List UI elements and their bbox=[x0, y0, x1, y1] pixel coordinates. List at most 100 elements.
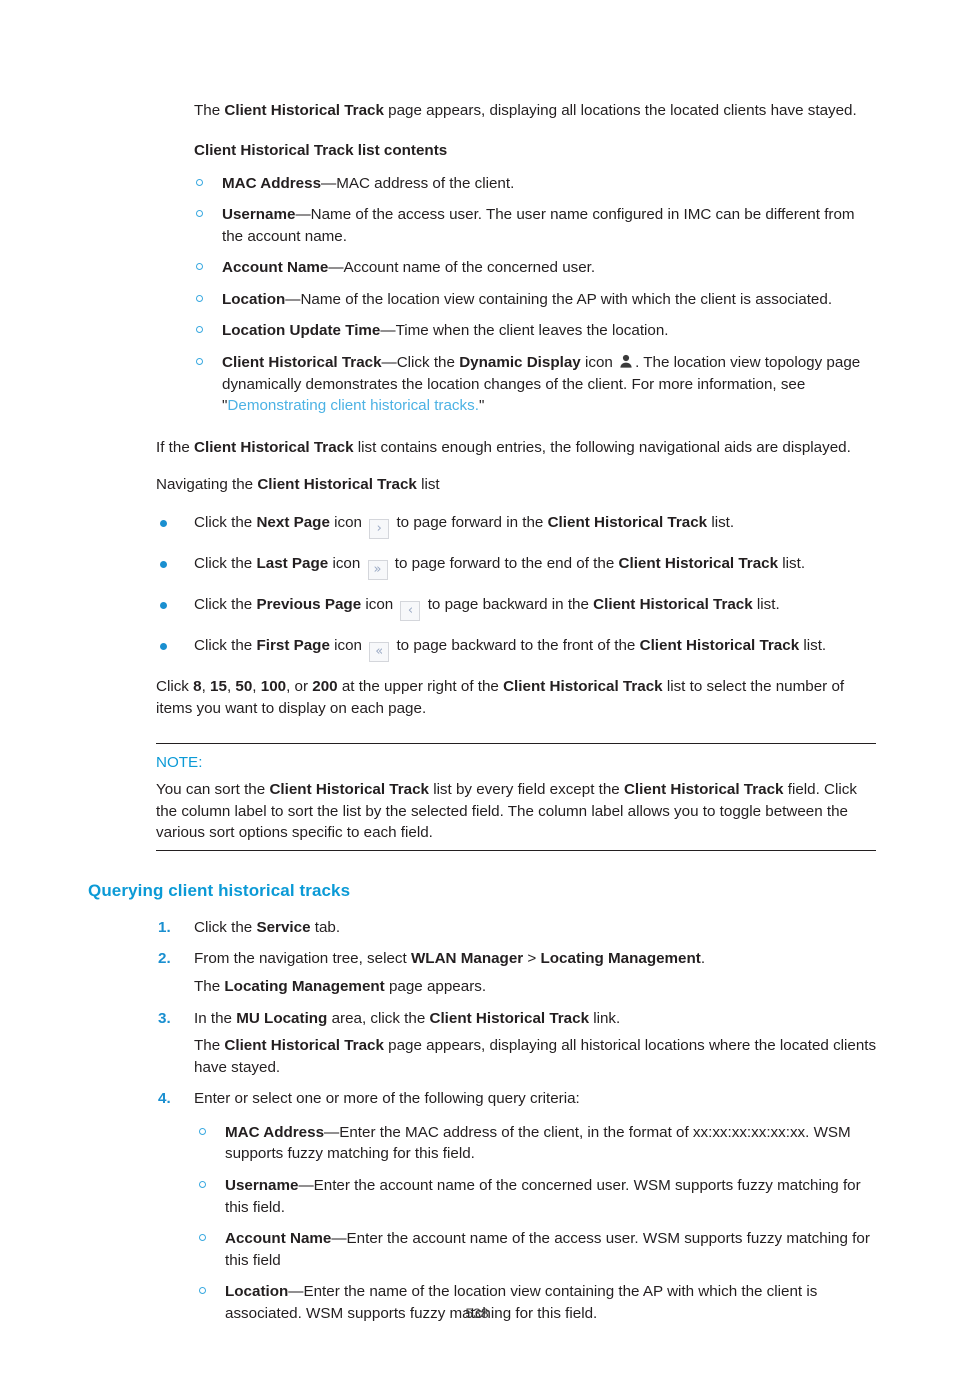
nav-lead-bold: Client Historical Track bbox=[194, 438, 354, 456]
bullet-bold-track: Client Historical Track bbox=[639, 636, 800, 654]
intro-bold-term: Client Historical Track bbox=[224, 102, 384, 119]
list-item-dash: — bbox=[285, 290, 301, 308]
pagesize-option-15[interactable]: 15 bbox=[210, 678, 227, 695]
pagesize-option-100[interactable]: 100 bbox=[261, 678, 286, 695]
filled-circle-bullet-icon bbox=[160, 519, 167, 527]
intro-paragraph: The Client Historical Track page appears… bbox=[194, 100, 876, 122]
list-item-term: Location Update Time bbox=[222, 322, 381, 340]
list-item-term: Location bbox=[222, 290, 286, 308]
criteria-term: Account Name bbox=[225, 1230, 332, 1248]
bullet-text-1: Click the bbox=[194, 554, 257, 572]
pagesize-option-200[interactable]: 200 bbox=[312, 678, 337, 695]
nav-subheading: Navigating the Client Historical Track l… bbox=[156, 474, 876, 496]
criteria-term: MAC Address bbox=[225, 1123, 325, 1141]
list-item-term: Username bbox=[222, 206, 296, 224]
pagesize-option-50[interactable]: 50 bbox=[235, 678, 252, 695]
list-contents-heading: Client Historical Track list contents bbox=[194, 141, 448, 159]
pagesize-text-lead: Click bbox=[156, 677, 194, 695]
list-item-desc: Name of the access user. The user name c… bbox=[222, 206, 855, 245]
step-number: 2. bbox=[158, 950, 171, 968]
bullet-text-2: icon bbox=[328, 554, 365, 572]
pagesize-option-8[interactable]: 8 bbox=[193, 678, 201, 695]
note-label: NOTE: bbox=[156, 754, 203, 772]
bullet-text-3: to page backward in the bbox=[423, 595, 594, 613]
hollow-circle-bullet-icon bbox=[196, 294, 203, 302]
list-item-desc: Account name of the concerned user. bbox=[343, 259, 596, 277]
track-text-4: " bbox=[478, 397, 485, 415]
intro-text-after: page appears, displaying all locations t… bbox=[383, 102, 857, 119]
step-number: 4. bbox=[158, 1090, 171, 1108]
note-bold-2: Client Historical Track bbox=[623, 781, 784, 799]
pagesize-sep-1: , bbox=[201, 677, 211, 695]
step-separator: > bbox=[523, 950, 541, 968]
step-2-result: The Locating Management page appears. bbox=[194, 976, 884, 998]
nav-lead-text-1: If the bbox=[156, 438, 194, 456]
service-tab-label[interactable]: Service bbox=[256, 919, 310, 936]
client-historical-track-link[interactable]: Client Historical Track bbox=[429, 1010, 589, 1027]
next-page-icon[interactable]: › bbox=[369, 518, 390, 539]
nav-aid-bullets: Click the Next Page icon › to page forwa… bbox=[0, 512, 954, 662]
step-1: 1. Click the Service tab. bbox=[156, 917, 884, 939]
nav-lead-paragraph: If the Client Historical Track list cont… bbox=[156, 437, 876, 459]
hollow-circle-bullet-icon bbox=[199, 1127, 206, 1135]
list-item-term: Client Historical Track bbox=[222, 354, 382, 372]
pagesize-sep-3: , bbox=[252, 677, 261, 695]
criteria-dash: — bbox=[324, 1123, 340, 1141]
previous-page-icon[interactable]: ‹ bbox=[400, 600, 421, 621]
list-item: Username—Name of the access user. The us… bbox=[194, 204, 876, 247]
filled-circle-bullet-icon bbox=[160, 642, 167, 650]
filled-circle-bullet-icon bbox=[160, 601, 167, 609]
nav-bullet-previous-page: Click the Previous Page icon ‹ to page b… bbox=[156, 594, 892, 621]
first-page-icon[interactable]: « bbox=[369, 641, 390, 662]
result-text-1: The bbox=[194, 1037, 225, 1055]
hollow-circle-bullet-icon bbox=[196, 326, 203, 334]
bullet-text-1: Click the bbox=[194, 513, 257, 531]
step-number: 1. bbox=[158, 918, 171, 936]
nav-bullet-last-page: Click the Last Page icon » to page forwa… bbox=[156, 553, 892, 580]
criteria-dash: — bbox=[298, 1177, 314, 1195]
note-body: You can sort the Client Historical Track… bbox=[156, 779, 876, 844]
last-page-icon[interactable]: » bbox=[367, 559, 388, 580]
locating-management-label[interactable]: Locating Management bbox=[541, 950, 701, 967]
hollow-circle-bullet-icon bbox=[199, 1287, 206, 1295]
result-text-2: page appears. bbox=[384, 977, 487, 995]
criteria-item: MAC Address—Enter the MAC address of the… bbox=[197, 1122, 882, 1165]
list-item-desc: Name of the location view containing the… bbox=[300, 290, 833, 308]
step-text-1: Click the bbox=[194, 918, 257, 936]
pagesize-sep-4: , or bbox=[286, 677, 313, 695]
criteria-dash: — bbox=[331, 1230, 347, 1248]
list-item-term: MAC Address bbox=[222, 174, 322, 192]
result-bold: Locating Management bbox=[224, 977, 385, 995]
list-item-dash: — bbox=[328, 259, 344, 277]
demonstrating-tracks-link[interactable]: Demonstrating client historical tracks. bbox=[227, 397, 479, 414]
bullet-text-2: icon bbox=[329, 636, 367, 654]
bullet-text-3: to page forward in the bbox=[392, 513, 548, 531]
criteria-item: Username—Enter the account name of the c… bbox=[197, 1175, 882, 1218]
document-page: The Client Historical Track page appears… bbox=[0, 100, 954, 1396]
criteria-dash: — bbox=[288, 1283, 304, 1301]
list-item: Account Name—Account name of the concern… bbox=[194, 257, 876, 279]
list-item-client-historical-track: Client Historical Track—Click the Dynami… bbox=[194, 352, 876, 417]
note-bold-1: Client Historical Track bbox=[269, 781, 429, 799]
bullet-text-4: list. bbox=[707, 513, 735, 531]
bullet-bold-track: Client Historical Track bbox=[593, 595, 753, 613]
hollow-circle-bullet-icon bbox=[196, 210, 203, 218]
step-text-1: Enter or select one or more of the follo… bbox=[194, 1090, 580, 1108]
list-item: MAC Address—MAC address of the client. bbox=[194, 173, 876, 195]
step-2: 2. From the navigation tree, select WLAN… bbox=[156, 948, 884, 997]
intro-text-before: The bbox=[194, 102, 225, 119]
nav-lead-text-2: list contains enough entries, the follow… bbox=[353, 438, 851, 456]
result-text-1: The bbox=[194, 977, 225, 995]
hollow-circle-bullet-icon bbox=[196, 178, 203, 186]
bullet-bold-track: Client Historical Track bbox=[618, 554, 779, 572]
bullet-bold-label: First Page bbox=[256, 636, 330, 654]
step-3-result: The Client Historical Track page appears… bbox=[194, 1035, 884, 1078]
wlan-manager-label[interactable]: WLAN Manager bbox=[411, 950, 523, 967]
note-block: NOTE: You can sort the Client Historical… bbox=[156, 743, 876, 851]
nav-subhead-text-2: list bbox=[416, 476, 440, 494]
step-text-2: . bbox=[700, 950, 706, 968]
list-item-dash: — bbox=[295, 206, 311, 224]
list-item-desc: Time when the client leaves the location… bbox=[395, 322, 669, 340]
hollow-circle-bullet-icon bbox=[199, 1234, 206, 1242]
bullet-text-4: list. bbox=[752, 595, 780, 613]
